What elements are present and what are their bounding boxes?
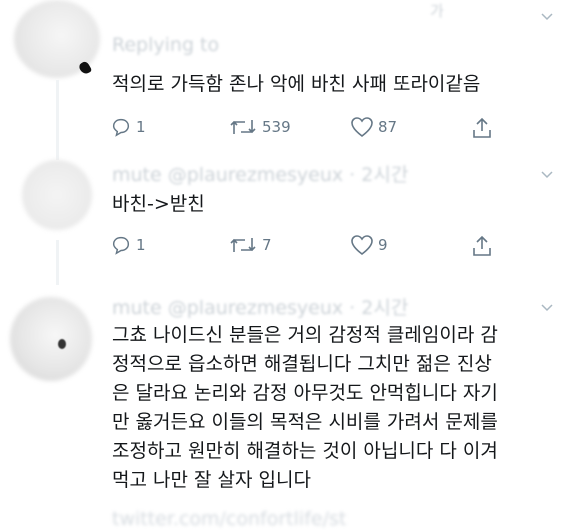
retweet-button[interactable]: 7 xyxy=(228,234,272,256)
tweet-text-line: 그쵸 나이드신 분들은 거의 감정적 클레임이라 감 xyxy=(112,324,498,346)
thread-line xyxy=(56,240,59,285)
like-count: 9 xyxy=(378,236,388,254)
like-icon xyxy=(351,235,373,256)
share-button[interactable] xyxy=(470,234,494,258)
like-button[interactable]: 87 xyxy=(350,116,397,138)
tweet-text: 그쵸 나이드신 분들은 거의 감정적 클레임이라 감 정적으로 읍소하면 해결됩… xyxy=(112,321,567,495)
avatar[interactable] xyxy=(22,160,92,230)
tweet-actions: 1 7 9 xyxy=(110,234,510,260)
retweet-icon xyxy=(230,120,256,134)
tweet-2: mute @plaurezmesyeux · 2시간 바친->받친 1 7 9 xyxy=(0,160,575,285)
tweet-link[interactable]: twitter.com/confortlife/st xyxy=(112,508,346,530)
reply-count: 1 xyxy=(136,118,146,136)
tweet-header-fragment: 가 xyxy=(430,2,444,20)
share-icon xyxy=(473,117,491,138)
tweet-text-line: 만 옳거든요 이들의 목적은 시비를 가려서 문제를 xyxy=(112,411,498,433)
tweet-header: mute @plaurezmesyeux · 2시간 xyxy=(112,164,409,186)
avatar-mark xyxy=(58,339,66,349)
tweet-1: Replying to 가 적의로 가득함 존나 악에 바친 사패 또라이같음 … xyxy=(0,0,575,160)
reply-icon xyxy=(112,236,130,255)
chevron-down-icon[interactable] xyxy=(541,168,553,180)
tweet-text-line: 은 달라요 논리와 감정 아무것도 안먹힙니다 자기 xyxy=(112,382,498,404)
tweet-text-line: 정적으로 읍소하면 해결됩니다 그치만 젊은 진상 xyxy=(112,353,492,375)
retweet-button[interactable]: 539 xyxy=(228,116,291,138)
retweet-count: 539 xyxy=(262,118,291,136)
tweet-text: 적의로 가득함 존나 악에 바친 사패 또라이같음 xyxy=(112,73,481,95)
avatar[interactable] xyxy=(10,297,92,381)
tweet-text: 바친->받친 xyxy=(112,193,205,215)
reply-button[interactable]: 1 xyxy=(110,116,146,138)
tweet-header: Replying to xyxy=(112,34,220,56)
reply-button[interactable]: 1 xyxy=(110,234,146,256)
like-button[interactable]: 9 xyxy=(350,234,388,256)
share-icon xyxy=(473,235,491,256)
share-button[interactable] xyxy=(470,116,494,140)
tweet-text-line: 조정하고 원만히 해결하는 것이 아닙니다 다 이겨 xyxy=(112,440,498,462)
retweet-icon xyxy=(230,238,256,252)
tweet-header: mute @plaurezmesyeux · 2시간 xyxy=(112,297,409,319)
reply-count: 1 xyxy=(136,236,146,254)
thread-line xyxy=(56,80,59,160)
tweet-3: mute @plaurezmesyeux · 2시간 그쵸 나이드신 분들은 거… xyxy=(0,285,575,526)
like-count: 87 xyxy=(378,118,398,136)
reply-icon xyxy=(112,118,130,137)
like-icon xyxy=(351,117,373,138)
chevron-down-icon[interactable] xyxy=(541,301,553,313)
retweet-count: 7 xyxy=(262,236,272,254)
tweet-actions: 1 539 87 xyxy=(110,116,510,142)
tweet-text-line: 먹고 나만 잘 살자 입니다 xyxy=(112,469,311,491)
chevron-down-icon[interactable] xyxy=(541,10,553,22)
